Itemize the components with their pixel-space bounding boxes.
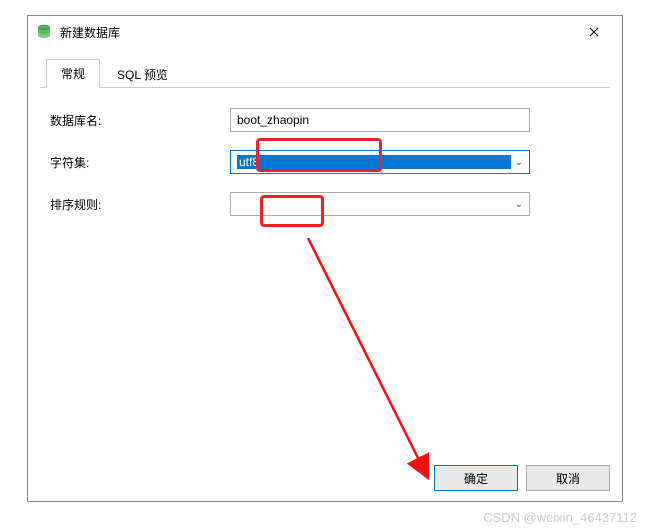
tab-sql-preview[interactable]: SQL 预览	[102, 60, 183, 88]
ok-button[interactable]: 确定	[434, 465, 518, 491]
tab-general[interactable]: 常规	[46, 59, 100, 88]
close-button[interactable]	[574, 18, 614, 46]
cancel-button[interactable]: 取消	[526, 465, 610, 491]
row-charset: 字符集: utf8 ⌄	[50, 150, 600, 174]
watermark: CSDN @weixin_46437112	[483, 510, 637, 525]
tab-bar: 常规 SQL 预览	[40, 60, 610, 88]
charset-combo[interactable]: utf8 ⌄	[230, 150, 530, 174]
dialog-title: 新建数据库	[60, 24, 574, 41]
charset-value: utf8	[237, 155, 511, 169]
chevron-down-icon: ⌄	[511, 157, 527, 168]
charset-label: 字符集:	[50, 154, 230, 171]
form: 数据库名: 字符集: utf8 ⌄ 排序规则:	[40, 88, 610, 254]
row-collation: 排序规则: ⌄	[50, 192, 600, 216]
db-name-label: 数据库名:	[50, 112, 230, 129]
database-icon	[36, 24, 52, 40]
dialog-client: 常规 SQL 预览 数据库名: 字符集: utf8 ⌄ 排	[28, 48, 622, 501]
close-icon	[589, 27, 599, 37]
dialog-footer: 确定 取消	[434, 465, 610, 491]
collation-combo[interactable]: ⌄	[230, 192, 530, 216]
row-db-name: 数据库名:	[50, 108, 600, 132]
dialog-window: 新建数据库 常规 SQL 预览 数据库名: 字符集: utf8	[27, 15, 623, 502]
chevron-down-icon: ⌄	[511, 199, 527, 210]
collation-label: 排序规则:	[50, 196, 230, 213]
titlebar: 新建数据库	[28, 16, 622, 48]
db-name-input[interactable]	[230, 108, 530, 132]
